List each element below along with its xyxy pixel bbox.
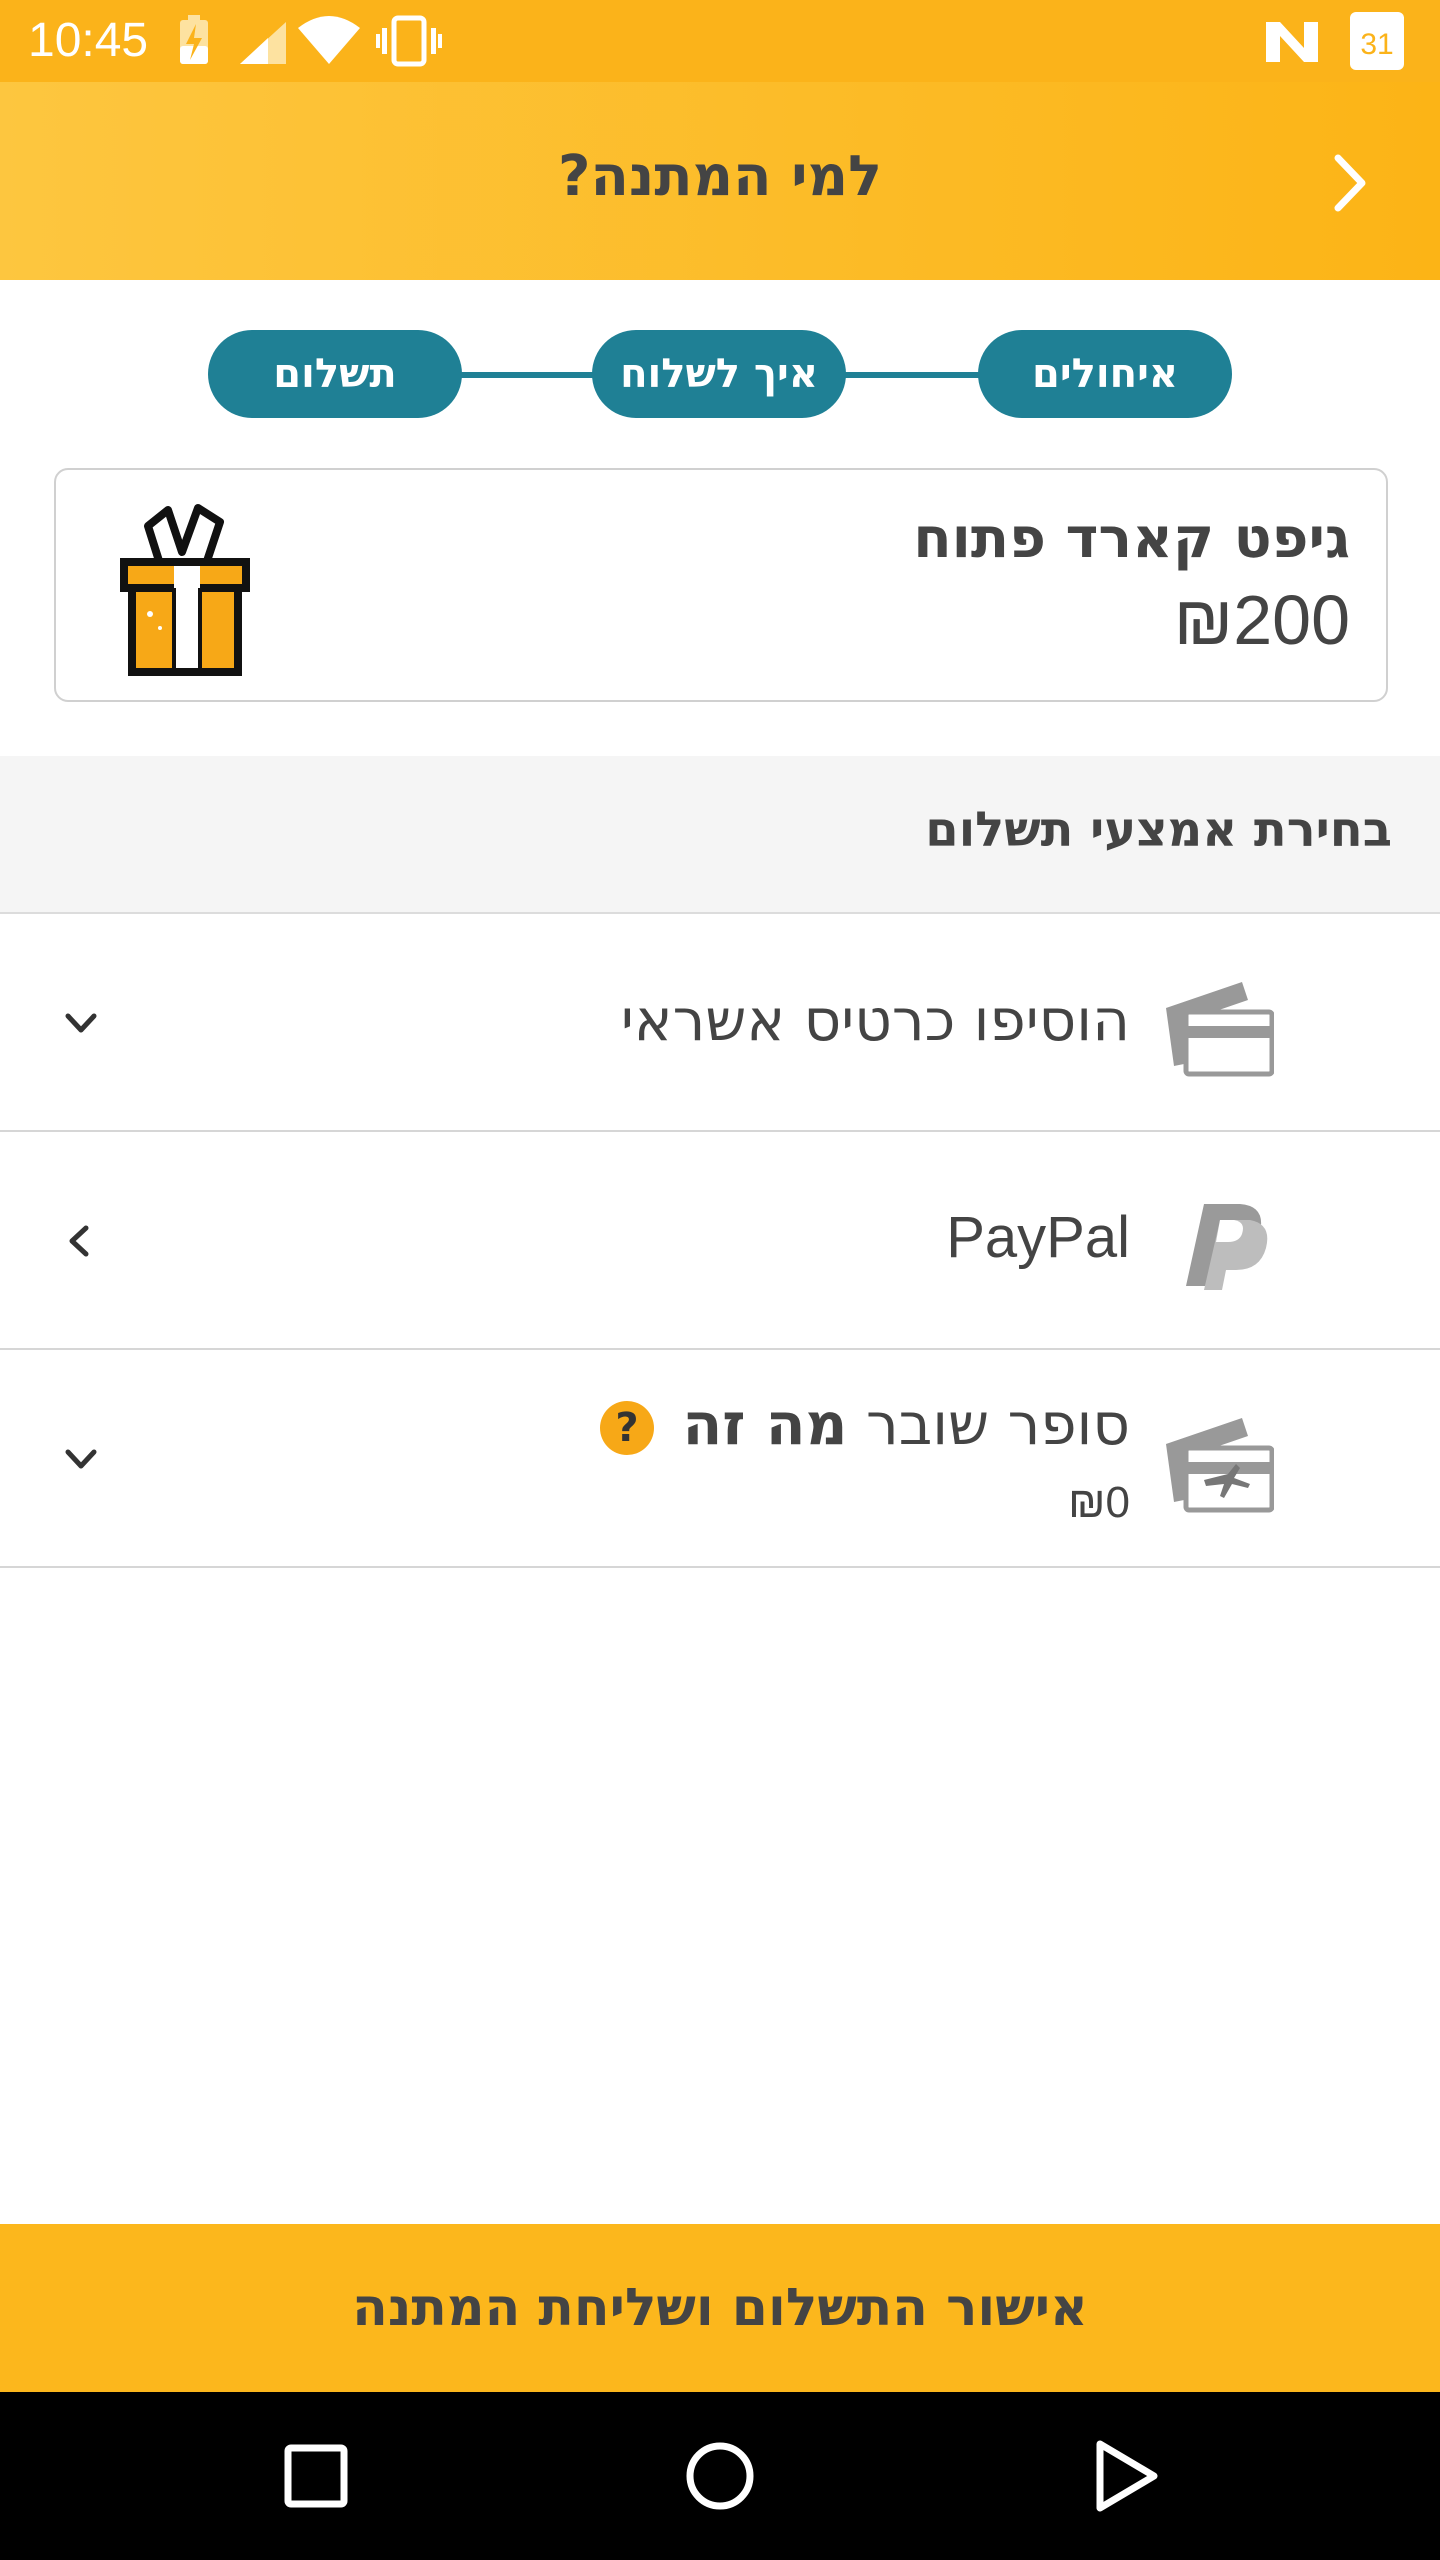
chevron-right-icon[interactable] [1320, 148, 1380, 218]
stepper: איחולים איך לשלוח תשלום [0, 330, 1440, 420]
payment-method-credit-card[interactable]: הוסיפו כרטיס אשראי [0, 914, 1440, 1132]
confirm-payment-button[interactable]: אישור התשלום ושליחת המתנה [0, 2224, 1440, 2392]
gift-box-icon [120, 504, 250, 676]
signal-icon [240, 22, 286, 64]
vibrate-icon [376, 15, 442, 67]
battery-charging-icon [180, 15, 208, 64]
chevron-left-icon[interactable] [60, 1220, 102, 1262]
status-bar: 10:45 31 [0, 0, 1440, 82]
gift-card-amount: ₪200 [1173, 581, 1350, 659]
recents-square-icon[interactable] [276, 2436, 356, 2516]
question-mark-icon[interactable]: ? [600, 1400, 655, 1455]
chevron-down-icon[interactable] [60, 1002, 102, 1044]
what-is-it-link[interactable]: מה זה [682, 1390, 847, 1458]
paypal-label: PayPal [946, 1205, 1130, 1270]
super-voucher-balance: ₪0 [1068, 1478, 1130, 1527]
paypal-icon [1186, 1204, 1268, 1290]
super-voucher-label: סופר שובר מה זה ? [600, 1390, 1130, 1458]
status-time: 10:45 [28, 14, 149, 67]
app-header: למי המתנה? [0, 82, 1440, 280]
step-how-to-send[interactable]: איך לשלוח [592, 330, 846, 418]
super-voucher-name: סופר שובר [865, 1390, 1130, 1458]
step-payment[interactable]: תשלום [208, 330, 462, 418]
step-wishes[interactable]: איחולים [978, 330, 1232, 418]
system-nav-bar [0, 2392, 1440, 2560]
credit-card-icon [1166, 982, 1274, 1077]
payment-method-super-voucher[interactable]: סופר שובר מה זה ? ₪0 [0, 1350, 1440, 1568]
wifi-icon [298, 16, 360, 64]
calendar-icon: 31 [1350, 12, 1404, 70]
back-triangle-icon[interactable] [1084, 2436, 1164, 2516]
chevron-down-icon[interactable] [60, 1438, 102, 1480]
voucher-icon [1166, 1418, 1274, 1513]
gift-card-summary: גיפט קארד פתוח ₪200 [54, 468, 1388, 702]
credit-card-label: הוסיפו כרטיס אשראי [620, 986, 1130, 1054]
home-circle-icon[interactable] [680, 2436, 760, 2516]
calendar-day: 31 [1360, 28, 1394, 61]
payment-method-paypal[interactable]: PayPal [0, 1132, 1440, 1350]
gift-card-name: גיפט קארד פתוח [913, 506, 1350, 571]
page-title: למי המתנה? [558, 144, 882, 209]
n-icon [1266, 22, 1318, 62]
payment-section-header: בחירת אמצעי תשלום [0, 756, 1440, 914]
payment-section-title: בחירת אמצעי תשלום [925, 802, 1392, 858]
